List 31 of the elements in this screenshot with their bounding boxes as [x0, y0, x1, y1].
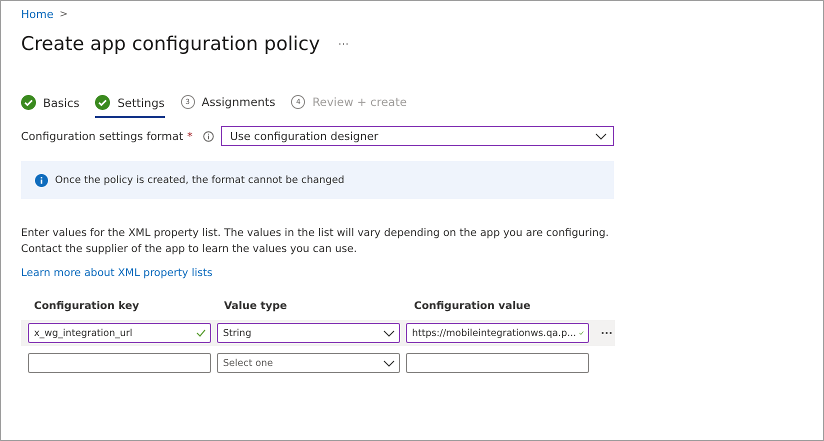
dropdown-field[interactable]: String: [217, 323, 400, 343]
info-icon: [202, 130, 214, 142]
field-label: Configuration settings format: [21, 130, 184, 142]
format-dropdown[interactable]: Use configuration designer: [221, 126, 614, 146]
checkmark-icon: [196, 329, 206, 337]
page-title: Create app configuration policy: [21, 33, 320, 55]
checkmark-circle-icon: [21, 95, 36, 110]
more-options-button[interactable]: ···: [595, 326, 619, 340]
checkmark-icon: [579, 329, 584, 337]
learn-more-link[interactable]: Learn more about XML property lists: [21, 267, 212, 279]
input-field[interactable]: https://mobileintegrationws.qa.p...: [406, 323, 589, 343]
required-mark: *: [187, 130, 193, 142]
more-options-button[interactable]: ···: [338, 38, 349, 50]
column-header: Configuration value: [414, 300, 532, 312]
wizard-step-tab[interactable]: Settings: [95, 95, 165, 118]
input-field[interactable]: [28, 353, 211, 373]
breadcrumb-separator: >: [59, 8, 68, 20]
info-icon: [35, 174, 48, 186]
chevron-down-icon: [595, 132, 607, 140]
input-field[interactable]: x_wg_integration_url: [28, 323, 211, 343]
description-text: Enter values for the XML property list. The values in the list will vary depending on the app you are configuring. Contact the supplier of the app to learn the values you can use.: [21, 226, 610, 257]
chevron-down-icon: [383, 360, 395, 366]
dropdown-field[interactable]: Select one: [217, 353, 400, 373]
input-field[interactable]: [406, 353, 589, 373]
info-message: Once the policy is created, the format cannot be changed: [55, 174, 344, 186]
chevron-down-icon: [383, 330, 395, 336]
column-header: Configuration key: [34, 300, 140, 312]
column-header: Value type: [224, 300, 288, 312]
wizard-step-tab[interactable]: Basics: [21, 95, 80, 118]
checkmark-circle-icon: [95, 95, 110, 110]
breadcrumb-link[interactable]: Home: [21, 8, 54, 20]
